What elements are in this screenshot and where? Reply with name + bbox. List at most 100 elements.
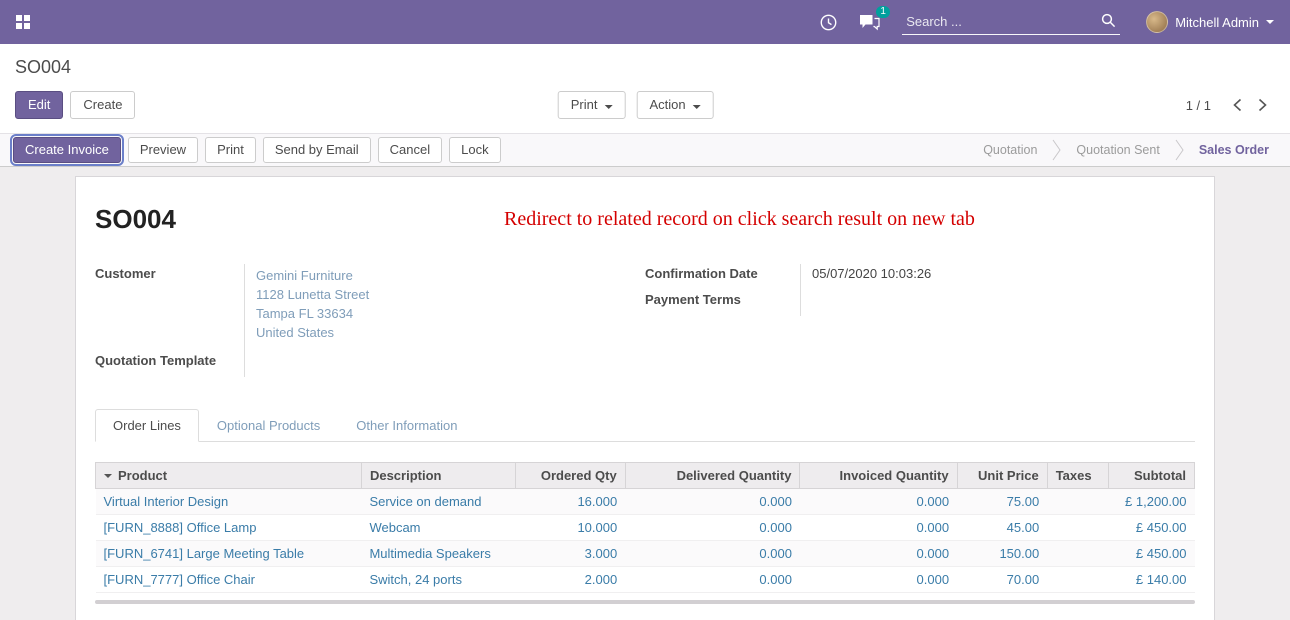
cell-description[interactable]: Webcam bbox=[361, 515, 515, 541]
lock-button[interactable]: Lock bbox=[449, 137, 500, 163]
edit-button[interactable]: Edit bbox=[15, 91, 63, 119]
field-value-payment-terms[interactable] bbox=[801, 290, 1195, 316]
tab-other-information[interactable]: Other Information bbox=[338, 409, 475, 442]
cell-taxes[interactable] bbox=[1047, 567, 1109, 593]
cell-delivered-qty[interactable]: 0.000 bbox=[625, 489, 800, 515]
column-header-ordered-qty[interactable]: Ordered Qty bbox=[515, 463, 625, 489]
chevron-down-icon bbox=[604, 105, 612, 109]
table-header-row: Product Description Ordered Qty Delivere… bbox=[96, 463, 1195, 489]
cell-product[interactable]: Virtual Interior Design bbox=[96, 489, 362, 515]
notebook-tabs: Order Lines Optional Products Other Info… bbox=[95, 408, 1195, 442]
column-header-product[interactable]: Product bbox=[96, 463, 362, 489]
column-header-taxes[interactable]: Taxes bbox=[1047, 463, 1109, 489]
cell-subtotal[interactable]: £ 450.00 bbox=[1109, 541, 1195, 567]
status-step-quotation-sent[interactable]: Quotation Sent bbox=[1061, 143, 1174, 157]
cell-unit-price[interactable]: 150.00 bbox=[957, 541, 1047, 567]
column-header-delivered-quantity[interactable]: Delivered Quantity bbox=[625, 463, 800, 489]
cell-taxes[interactable] bbox=[1047, 541, 1109, 567]
global-search[interactable] bbox=[902, 10, 1120, 35]
column-header-unit-price[interactable]: Unit Price bbox=[957, 463, 1047, 489]
field-group-right: Confirmation Date 05/07/2020 10:03:26 Pa… bbox=[645, 264, 1195, 377]
field-value-quotation-template[interactable] bbox=[245, 351, 645, 377]
cell-unit-price[interactable]: 45.00 bbox=[957, 515, 1047, 541]
cell-description[interactable]: Service on demand bbox=[361, 489, 515, 515]
print-menu-label: Print bbox=[571, 97, 598, 112]
messages-icon[interactable]: 1 bbox=[859, 14, 880, 31]
column-header-description[interactable]: Description bbox=[361, 463, 515, 489]
order-line-row[interactable]: [FURN_8888] Office Lamp Webcam 10.000 0.… bbox=[96, 515, 1195, 541]
breadcrumb[interactable]: SO004 bbox=[15, 57, 71, 77]
print-button[interactable]: Print bbox=[205, 137, 256, 163]
cell-ordered-qty[interactable]: 2.000 bbox=[515, 567, 625, 593]
message-count-badge: 1 bbox=[876, 6, 890, 18]
cell-product[interactable]: [FURN_6741] Large Meeting Table bbox=[96, 541, 362, 567]
tab-optional-products[interactable]: Optional Products bbox=[199, 409, 338, 442]
order-lines-table: Product Description Ordered Qty Delivere… bbox=[95, 462, 1195, 593]
cell-ordered-qty[interactable]: 10.000 bbox=[515, 515, 625, 541]
order-line-row[interactable]: [FURN_7777] Office Chair Switch, 24 port… bbox=[96, 567, 1195, 593]
chevron-down-icon bbox=[1266, 20, 1274, 24]
pager-next-button[interactable] bbox=[1250, 96, 1275, 114]
cancel-button[interactable]: Cancel bbox=[378, 137, 442, 163]
cell-delivered-qty[interactable]: 0.000 bbox=[625, 567, 800, 593]
chevron-down-icon bbox=[693, 105, 701, 109]
cell-ordered-qty[interactable]: 16.000 bbox=[515, 489, 625, 515]
create-invoice-button[interactable]: Create Invoice bbox=[13, 137, 121, 163]
statusbar: Create Invoice Preview Print Send by Ema… bbox=[0, 133, 1290, 167]
cell-invoiced-qty[interactable]: 0.000 bbox=[800, 541, 957, 567]
cell-invoiced-qty[interactable]: 0.000 bbox=[800, 489, 957, 515]
cell-subtotal[interactable]: £ 450.00 bbox=[1109, 515, 1195, 541]
control-buttons-row: Edit Create Print Action 1 / 1 bbox=[15, 91, 1275, 119]
cell-ordered-qty[interactable]: 3.000 bbox=[515, 541, 625, 567]
create-button[interactable]: Create bbox=[70, 91, 135, 119]
field-group-left: Customer Gemini Furniture 1128 Lunetta S… bbox=[95, 264, 645, 377]
form-sheet: SO004 Redirect to related record on clic… bbox=[75, 176, 1215, 620]
column-header-subtotal[interactable]: Subtotal bbox=[1109, 463, 1195, 489]
search-input[interactable] bbox=[906, 14, 1101, 29]
cell-delivered-qty[interactable]: 0.000 bbox=[625, 541, 800, 567]
apps-menu-icon[interactable] bbox=[16, 15, 30, 29]
field-label-quotation-template: Quotation Template bbox=[95, 351, 245, 377]
cell-unit-price[interactable]: 70.00 bbox=[957, 567, 1047, 593]
field-groups: Customer Gemini Furniture 1128 Lunetta S… bbox=[95, 264, 1195, 377]
table-footer-divider bbox=[95, 600, 1195, 604]
cell-unit-price[interactable]: 75.00 bbox=[957, 489, 1047, 515]
status-step-quotation[interactable]: Quotation bbox=[968, 143, 1052, 157]
user-menu[interactable]: Mitchell Admin bbox=[1146, 11, 1274, 33]
tab-order-lines[interactable]: Order Lines bbox=[95, 409, 199, 442]
field-label-payment-terms: Payment Terms bbox=[645, 290, 801, 316]
cell-taxes[interactable] bbox=[1047, 489, 1109, 515]
customer-name-link[interactable]: Gemini Furniture bbox=[256, 266, 645, 285]
cell-product[interactable]: [FURN_7777] Office Chair bbox=[96, 567, 362, 593]
column-header-invoiced-quantity[interactable]: Invoiced Quantity bbox=[800, 463, 957, 489]
customer-country: United States bbox=[256, 323, 645, 342]
caret-down-icon bbox=[104, 474, 112, 478]
cell-subtotal[interactable]: £ 1,200.00 bbox=[1109, 489, 1195, 515]
pager: 1 / 1 bbox=[1186, 96, 1275, 114]
cell-subtotal[interactable]: £ 140.00 bbox=[1109, 567, 1195, 593]
cell-description[interactable]: Switch, 24 ports bbox=[361, 567, 515, 593]
cell-taxes[interactable] bbox=[1047, 515, 1109, 541]
control-panel: SO004 Edit Create Print Action 1 / 1 bbox=[0, 44, 1290, 133]
order-line-row[interactable]: Virtual Interior Design Service on deman… bbox=[96, 489, 1195, 515]
field-value-customer[interactable]: Gemini Furniture 1128 Lunetta Street Tam… bbox=[245, 264, 645, 351]
field-value-confirmation-date: 05/07/2020 10:03:26 bbox=[801, 264, 1195, 290]
cell-invoiced-qty[interactable]: 0.000 bbox=[800, 567, 957, 593]
preview-button[interactable]: Preview bbox=[128, 137, 198, 163]
cell-invoiced-qty[interactable]: 0.000 bbox=[800, 515, 957, 541]
status-pipeline: Quotation Quotation Sent Sales Order bbox=[968, 134, 1290, 166]
send-by-email-button[interactable]: Send by Email bbox=[263, 137, 371, 163]
activities-clock-icon[interactable] bbox=[820, 14, 837, 31]
cell-delivered-qty[interactable]: 0.000 bbox=[625, 515, 800, 541]
order-line-row[interactable]: [FURN_6741] Large Meeting Table Multimed… bbox=[96, 541, 1195, 567]
cell-product[interactable]: [FURN_8888] Office Lamp bbox=[96, 515, 362, 541]
action-menu-button[interactable]: Action bbox=[636, 91, 713, 119]
print-menu-button[interactable]: Print bbox=[558, 91, 626, 119]
status-step-sales-order[interactable]: Sales Order bbox=[1184, 143, 1284, 157]
top-navbar: 1 Mitchell Admin bbox=[0, 0, 1290, 44]
cell-description[interactable]: Multimedia Speakers bbox=[361, 541, 515, 567]
avatar bbox=[1146, 11, 1168, 33]
search-icon[interactable] bbox=[1101, 13, 1116, 31]
user-name: Mitchell Admin bbox=[1175, 15, 1259, 30]
pager-previous-button[interactable] bbox=[1225, 96, 1250, 114]
